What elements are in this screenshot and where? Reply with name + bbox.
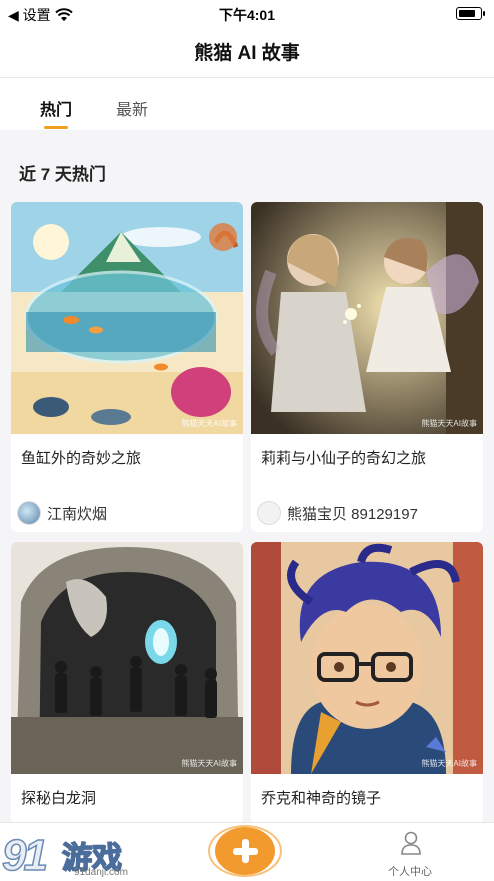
clock: 下午4:01 — [218, 7, 276, 23]
battery-icon — [456, 7, 485, 20]
tab-latest[interactable]: 最新 — [116, 96, 148, 120]
watermark-logo: 91 — [1, 830, 48, 881]
nav-bar: 熊猫 AI 故事 — [0, 28, 494, 78]
image-watermark: 熊猫天天AI故事 — [181, 759, 237, 768]
story-cover: 熊猫天天AI故事 — [11, 542, 243, 774]
page-title: 熊猫 AI 故事 — [194, 43, 300, 64]
create-story-button[interactable] — [215, 827, 275, 875]
image-watermark: 熊猫天天AI故事 — [421, 759, 477, 768]
person-icon[interactable] — [400, 831, 422, 855]
story-title: 莉莉与小仙子的奇幻之旅 — [261, 450, 427, 467]
story-author[interactable]: 熊猫宝贝 89129197 — [257, 501, 418, 525]
tab-profile[interactable]: 个人中心 — [388, 863, 432, 879]
story-cover: 熊猫天天AI故事 — [251, 542, 483, 774]
story-card[interactable]: 熊猫天天AI故事 莉莉与小仙子的奇幻之旅 熊猫宝贝 89129197 — [251, 202, 483, 532]
story-card[interactable]: 熊猫天天AI故事 乔克和神奇的镜子 — [251, 542, 483, 824]
story-card[interactable]: 熊猫天天AI故事 探秘白龙洞 — [11, 542, 243, 824]
story-title: 探秘白龙洞 — [21, 790, 97, 807]
author-name: 熊猫宝贝 89129197 — [287, 505, 418, 523]
story-cover: 熊猫天天AI故事 — [251, 202, 483, 434]
image-watermark: 熊猫天天AI故事 — [421, 419, 477, 428]
story-title: 乔克和神奇的镜子 — [261, 790, 382, 807]
status-bar: ◀ 设置 下午4:01 — [0, 0, 494, 28]
section-title: 近 7 天热门 — [19, 165, 106, 184]
story-title: 鱼缸外的奇妙之旅 — [21, 450, 142, 467]
avatar — [17, 501, 41, 525]
tab-bar: 热门 最新 — [0, 78, 494, 130]
tab-hot[interactable]: 热门 — [40, 96, 72, 129]
watermark-url: 91danji.com — [74, 867, 128, 878]
image-watermark: 熊猫天天AI故事 — [181, 419, 237, 428]
avatar — [257, 501, 281, 525]
author-name: 江南炊烟 — [47, 505, 108, 523]
story-cover: 熊猫天天AI故事 — [11, 202, 243, 434]
bottom-tab-bar: 91 游戏 91danji.com 个人中心 — [0, 822, 494, 881]
story-author[interactable]: 江南炊烟 — [17, 501, 107, 525]
story-card[interactable]: 熊猫天天AI故事 鱼缸外的奇妙之旅 江南炊烟 — [11, 202, 243, 532]
